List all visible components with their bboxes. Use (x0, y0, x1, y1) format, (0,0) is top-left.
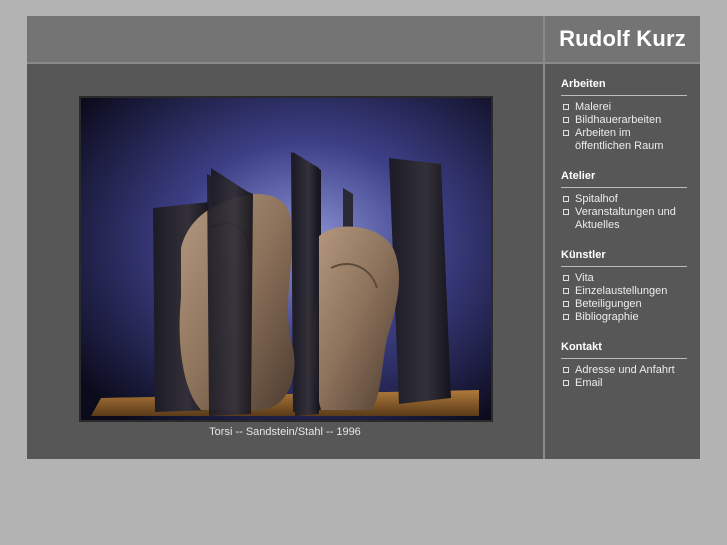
nav-item-label: Arbeiten im öffentlichen Raum (575, 127, 664, 152)
nav-item-vita[interactable]: Vita (561, 272, 687, 285)
bullet-icon (563, 367, 569, 373)
nav-section-title: Kontakt (561, 341, 687, 359)
bullet-icon (563, 104, 569, 110)
sculpture-image (81, 98, 491, 420)
nav-list: Vita Einzelaustellungen Beteiligungen Bi… (561, 272, 687, 324)
nav-section-title: Atelier (561, 170, 687, 188)
nav-section-title: Arbeiten (561, 78, 687, 96)
nav-list: Adresse und Anfahrt Email (561, 364, 687, 390)
nav-item-label: Vita (575, 272, 594, 284)
sculpture-photo (79, 96, 493, 422)
nav-item-label: Bibliographie (575, 311, 639, 323)
header-bar (27, 16, 543, 62)
nav-section-title: Künstler (561, 249, 687, 267)
nav-item-bildhauerarbeiten[interactable]: Bildhauerarbeiten (561, 114, 687, 127)
nav-item-label: Email (575, 377, 603, 389)
nav-item-label: Spitalhof (575, 193, 618, 205)
nav-item-label: Adresse und Anfahrt (575, 364, 675, 376)
nav-item-oeffentlicher-raum[interactable]: Arbeiten im öffentlichen Raum (561, 127, 687, 153)
bullet-icon (563, 288, 569, 294)
site-title-box: Rudolf Kurz (545, 16, 700, 62)
bullet-icon (563, 209, 569, 215)
photo-caption: Torsi -- Sandstein/Stahl -- 1996 (209, 426, 361, 438)
nav-item-email[interactable]: Email (561, 377, 687, 390)
nav-item-malerei[interactable]: Malerei (561, 101, 687, 114)
nav-item-adresse[interactable]: Adresse und Anfahrt (561, 364, 687, 377)
page-frame: Rudolf Kurz Torsi -- Sandstein/Stahl -- … (27, 16, 700, 459)
nav-item-bibliographie[interactable]: Bibliographie (561, 311, 687, 324)
nav-section-kuenstler: Künstler Vita Einzelaustellungen Beteili… (561, 249, 687, 324)
bullet-icon (563, 196, 569, 202)
bullet-icon (563, 380, 569, 386)
nav-item-einzelaustellungen[interactable]: Einzelaustellungen (561, 285, 687, 298)
content-area: Torsi -- Sandstein/Stahl -- 1996 (27, 64, 543, 459)
nav-item-label: Veranstaltungen und Aktuelles (575, 206, 676, 231)
nav-section-kontakt: Kontakt Adresse und Anfahrt Email (561, 341, 687, 390)
bullet-icon (563, 275, 569, 281)
bullet-icon (563, 117, 569, 123)
bullet-icon (563, 314, 569, 320)
bullet-icon (563, 130, 569, 136)
nav-item-veranstaltungen[interactable]: Veranstaltungen und Aktuelles (561, 206, 687, 232)
nav-item-label: Beteiligungen (575, 298, 642, 310)
sidebar-nav: Arbeiten Malerei Bildhauerarbeiten Arbei… (545, 64, 700, 459)
nav-item-beteiligungen[interactable]: Beteiligungen (561, 298, 687, 311)
nav-item-label: Einzelaustellungen (575, 285, 668, 297)
nav-item-spitalhof[interactable]: Spitalhof (561, 193, 687, 206)
nav-item-label: Bildhauerarbeiten (575, 114, 662, 126)
nav-item-label: Malerei (575, 101, 612, 113)
bullet-icon (563, 301, 569, 307)
nav-section-atelier: Atelier Spitalhof Veranstaltungen und Ak… (561, 170, 687, 232)
nav-list: Malerei Bildhauerarbeiten Arbeiten im öf… (561, 101, 687, 153)
nav-list: Spitalhof Veranstaltungen und Aktuelles (561, 193, 687, 232)
nav-section-arbeiten: Arbeiten Malerei Bildhauerarbeiten Arbei… (561, 78, 687, 153)
site-title[interactable]: Rudolf Kurz (559, 26, 686, 52)
